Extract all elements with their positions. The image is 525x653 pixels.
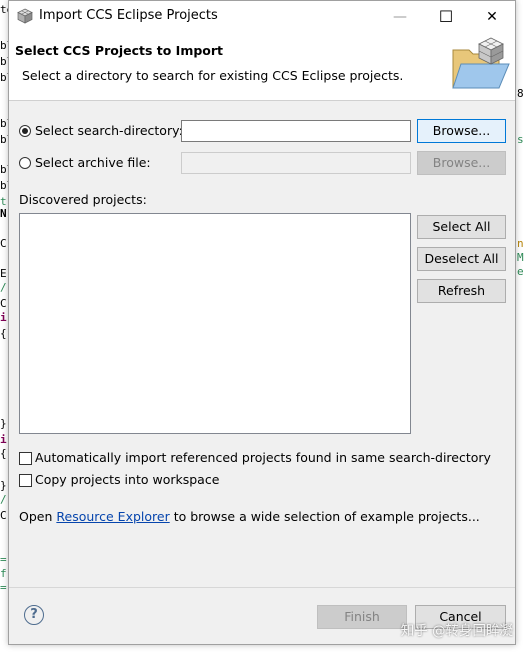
maximize-button[interactable]: ☐ [423,1,469,32]
deselect-all-button[interactable]: Deselect All [417,247,506,271]
bg-code-fragment: bl [0,179,8,192]
page-title: Select CCS Projects to Import [15,43,224,58]
finish-button: Finish [317,605,407,629]
background-editor-right: 8 s n M e [517,0,525,653]
minimize-icon: — [393,8,407,25]
bg-code-fragment: bl [0,163,8,176]
auto-import-checkbox[interactable] [19,452,32,465]
close-icon: ✕ [486,8,498,25]
bg-code-fragment: / [0,281,7,294]
window-title: Import CCS Eclipse Projects [39,8,218,23]
title-bar[interactable]: Import CCS Eclipse Projects — ☐ ✕ [9,1,515,32]
bg-code-fragment: 8 [517,87,524,100]
bg-code-fragment: / [0,493,7,506]
wizard-header: Select CCS Projects to Import Select a d… [9,32,515,101]
bg-code-fragment: { [0,447,7,460]
bg-code-fragment: C [0,509,7,522]
bg-code-fragment: = [0,581,7,594]
bg-code-fragment: N [0,207,7,220]
browse-archive-button: Browse... [417,151,506,175]
bg-code-fragment: bl [0,71,8,84]
refresh-button[interactable]: Refresh [417,279,506,303]
maximize-icon: ☐ [438,7,454,26]
bg-code-fragment: bl [0,117,8,130]
bg-code-fragment: = [0,553,7,566]
discovered-projects-label: Discovered projects: [19,192,147,207]
background-editor-left: te bl bl bl bl bl bl bl t N C E / C i { … [0,0,8,653]
archive-file-radio[interactable] [19,157,31,169]
bg-code-fragment: bl [0,133,8,146]
resource-explorer-link[interactable]: Resource Explorer [56,509,169,524]
ccs-app-icon [17,8,33,24]
copy-into-workspace-checkbox[interactable] [19,474,32,487]
auto-import-label[interactable]: Automatically import referenced projects… [35,450,491,465]
bg-code-fragment: { [0,327,7,340]
import-ccs-projects-dialog: Import CCS Eclipse Projects — ☐ ✕ Select… [8,0,516,645]
browse-directory-button[interactable]: Browse... [417,119,506,143]
resource-explorer-prefix: Open [19,509,53,524]
bg-code-fragment: s [517,133,524,146]
search-directory-input[interactable] [181,120,411,142]
bg-code-fragment: C [0,297,7,310]
bg-code-fragment: bl [0,55,8,68]
bg-code-fragment: } [0,417,7,430]
bg-code-fragment: E [0,267,7,280]
bg-code-fragment: e [517,265,524,278]
bg-code-fragment: C [0,237,7,250]
discovered-projects-list[interactable] [19,213,411,434]
search-directory-radio[interactable] [19,125,31,137]
minimize-button[interactable]: — [377,1,423,32]
bg-code-fragment: bl [0,39,8,52]
page-description: Select a directory to search for existin… [22,68,404,83]
footer-divider [9,587,515,588]
import-folder-banner-icon [452,37,510,89]
bg-code-fragment: f [0,567,7,580]
zhihu-watermark: 知乎 @转身回眸凝 [400,623,513,639]
search-directory-label[interactable]: Select search-directory: [35,123,183,138]
bg-code-fragment: } [0,479,7,492]
resource-explorer-line: Open Resource Explorer to browse a wide … [19,509,480,524]
bg-code-fragment: te [0,3,8,16]
bg-code-fragment: n [517,237,524,250]
bg-code-fragment: i [0,433,7,446]
select-all-button[interactable]: Select All [417,215,506,239]
copy-into-workspace-label[interactable]: Copy projects into workspace [35,472,219,487]
bg-code-fragment: M [517,251,524,264]
archive-file-input [181,152,411,174]
bg-code-fragment: i [0,311,7,324]
help-icon[interactable]: ? [24,605,44,625]
resource-explorer-suffix: to browse a wide selection of example pr… [173,509,480,524]
close-button[interactable]: ✕ [469,1,515,32]
archive-file-label[interactable]: Select archive file: [35,155,151,170]
